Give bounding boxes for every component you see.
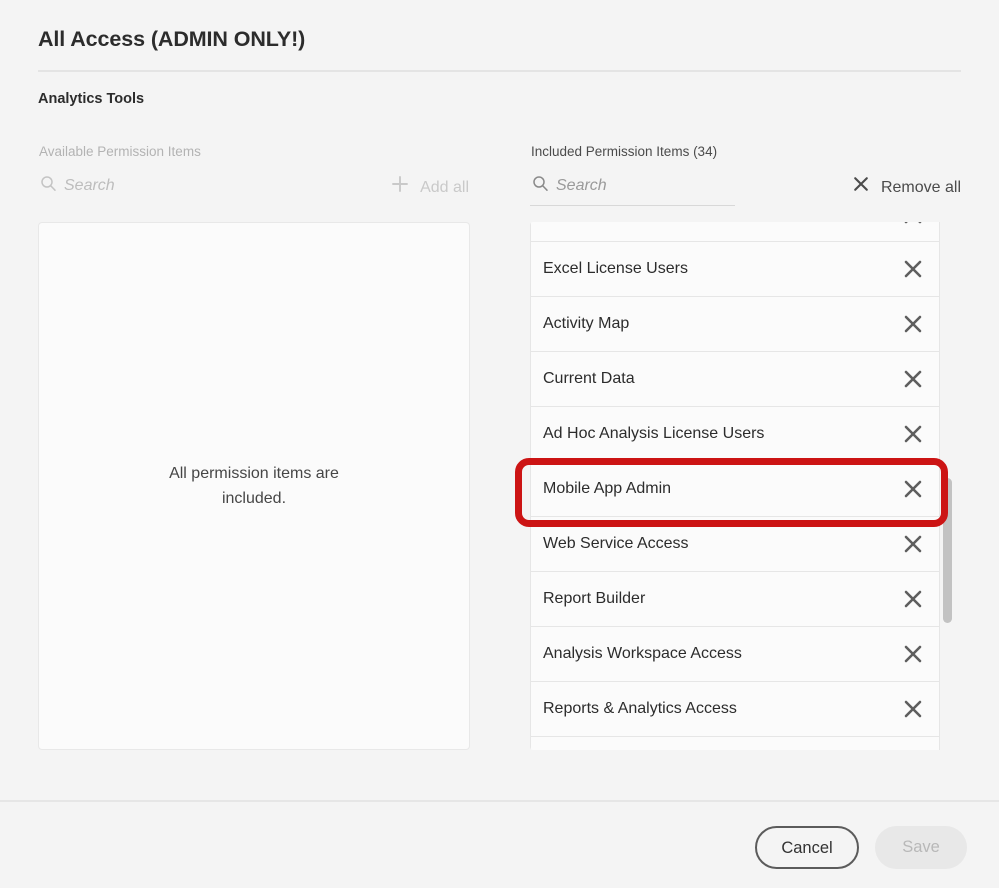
remove-all-label: Remove all [880, 178, 961, 196]
section-title: Analytics Tools [38, 91, 145, 107]
dialog-header: All Access (ADMIN ONLY!) [38, 24, 961, 72]
available-empty-message: All permission items are included. [169, 465, 339, 507]
remove-item-button[interactable] [901, 422, 925, 446]
close-icon [901, 590, 925, 614]
remove-item-button[interactable] [901, 312, 925, 336]
list-item[interactable]: Reports & Analytics Access [530, 682, 940, 737]
list-item[interactable]: Analysis Workspace Access [530, 627, 940, 682]
remove-item-button[interactable] [901, 367, 925, 391]
list-item-label: Excel License Users [543, 260, 688, 277]
cancel-button[interactable]: Cancel [755, 826, 859, 869]
remove-item-button[interactable] [901, 697, 925, 721]
available-panel-label: Available Permission Items [39, 144, 201, 159]
footer-actions: Cancel Save [755, 826, 967, 869]
list-item[interactable]: Report Builder [530, 572, 940, 627]
included-items-list[interactable]: Excel License Users Activity Map Current D… [530, 222, 962, 750]
save-button: Save [875, 826, 967, 869]
page-title: All Access (ADMIN ONLY!) [38, 27, 306, 51]
list-item-label: Web Service Access [543, 535, 689, 552]
included-permissions-panel: Included Permission Items (34) Remove al… [530, 143, 962, 211]
available-panel-controls: Add all [38, 175, 470, 211]
close-icon [852, 175, 870, 200]
list-item-label: Analysis Workspace Access [543, 645, 742, 662]
list-item-label: Ad Hoc Analysis License Users [543, 425, 765, 442]
available-items-empty-box: All permission items are included. [38, 222, 470, 750]
list-item[interactable]: Activity Map [530, 297, 940, 352]
list-item-label: Mobile App Admin [543, 480, 672, 497]
close-icon [901, 370, 925, 394]
close-icon [901, 700, 925, 724]
close-icon [901, 480, 925, 504]
included-panel-controls: Remove all [530, 175, 962, 211]
list-item-label: Activity Map [543, 315, 630, 332]
list-item[interactable] [530, 737, 940, 750]
list-item[interactable]: Web Service Access [530, 517, 940, 572]
available-search-input[interactable] [64, 177, 224, 195]
list-item[interactable] [530, 222, 940, 242]
search-icon [532, 175, 549, 197]
available-permissions-panel: Available Permission Items Add all [38, 143, 470, 211]
included-search-field[interactable] [530, 175, 735, 206]
included-items-scroller: Excel License Users Activity Map Current D… [530, 222, 940, 750]
remove-all-button[interactable]: Remove all [852, 175, 962, 200]
close-icon [901, 222, 925, 230]
close-icon [901, 315, 925, 339]
remove-item-button[interactable] [901, 587, 925, 611]
list-item-label: Reports & Analytics Access [543, 700, 737, 717]
title-divider [38, 70, 961, 72]
close-icon [901, 645, 925, 669]
remove-item-button[interactable] [901, 257, 925, 281]
close-icon [901, 260, 925, 284]
add-all-label: Add all [420, 178, 469, 196]
list-item[interactable]: Excel License Users [530, 242, 940, 297]
close-icon [901, 535, 925, 559]
plus-icon [391, 175, 409, 200]
remove-item-button[interactable] [901, 642, 925, 666]
footer-divider [0, 800, 999, 802]
remove-item-button[interactable] [901, 477, 925, 501]
remove-item-button[interactable] [901, 532, 925, 556]
available-search-field[interactable] [38, 175, 243, 205]
list-item[interactable]: Ad Hoc Analysis License Users [530, 407, 940, 462]
included-list-scrollbar-thumb[interactable] [943, 478, 952, 623]
list-item[interactable]: Current Data [530, 352, 940, 407]
add-all-button[interactable]: Add all [391, 175, 470, 200]
included-search-input[interactable] [556, 177, 716, 195]
search-icon [40, 175, 57, 197]
list-item-label: Current Data [543, 370, 635, 387]
close-icon [901, 425, 925, 449]
remove-item-button[interactable] [901, 222, 925, 227]
included-panel-label: Included Permission Items (34) [531, 144, 718, 159]
list-item[interactable]: Mobile App Admin [530, 462, 940, 517]
list-item-label: Report Builder [543, 590, 646, 607]
